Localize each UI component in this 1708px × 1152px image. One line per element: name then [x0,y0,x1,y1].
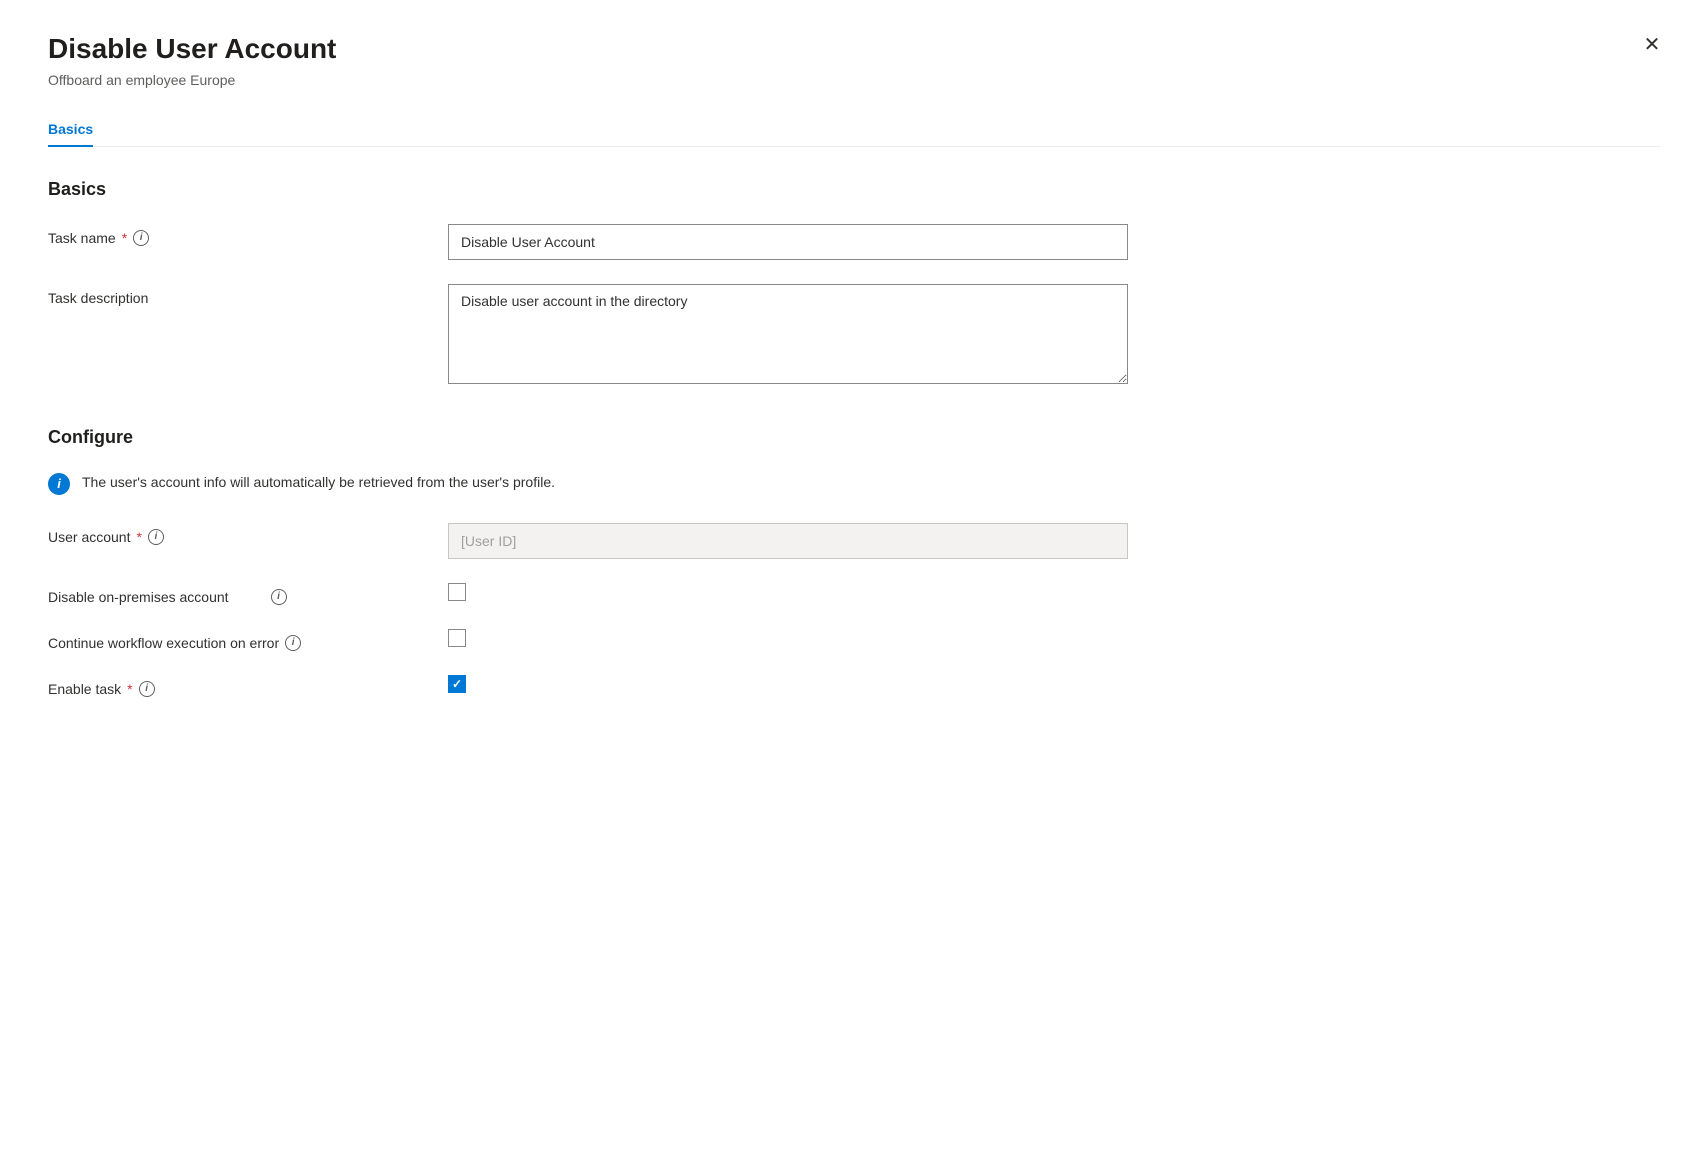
continue-workflow-row: Continue workflow execution on error i [48,629,1660,651]
tab-basics[interactable]: Basics [48,113,93,147]
user-account-required: * [136,529,141,545]
disable-onprem-row: Disable on-premises account i [48,583,1660,605]
task-name-control [448,224,1128,260]
close-icon: ✕ [1644,32,1661,57]
enable-task-label: Enable task * i [48,675,448,697]
enable-task-checkbox[interactable] [448,675,466,693]
continue-workflow-checkbox-control [448,629,466,647]
user-account-label: User account * i [48,523,448,545]
configure-heading: Configure [48,427,1660,448]
disable-onprem-label: Disable on-premises account i [48,583,448,605]
enable-task-row: Enable task * i [48,675,1660,697]
basics-form-section: Basics Task name * i Task description [48,179,1660,387]
continue-workflow-checkbox[interactable] [448,629,466,647]
dialog-subtitle: Offboard an employee Europe [48,72,1660,88]
task-name-input[interactable] [448,224,1128,260]
tabs-container: Basics [48,112,1660,147]
continue-workflow-label: Continue workflow execution on error i [48,629,448,651]
task-description-label: Task description [48,284,448,306]
enable-task-info-icon[interactable]: i [139,681,155,697]
configure-section: Configure i The user's account info will… [48,427,1660,697]
user-account-info-icon[interactable]: i [148,529,164,545]
task-description-input[interactable] [448,284,1128,384]
enable-task-required: * [127,681,132,697]
task-name-row: Task name * i [48,224,1660,260]
task-name-required: * [122,230,127,246]
info-banner: i The user's account info will automatic… [48,472,1660,495]
info-banner-text: The user's account info will automatical… [82,472,555,490]
task-description-control [448,284,1128,387]
disable-onprem-checkbox-control [448,583,466,601]
basics-heading: Basics [48,179,1660,200]
close-button[interactable]: ✕ [1636,28,1668,60]
user-account-input: [User ID] [448,523,1128,559]
dialog: ✕ Disable User Account Offboard an emplo… [0,0,1708,1152]
task-description-row: Task description [48,284,1660,387]
task-name-info-icon[interactable]: i [133,230,149,246]
info-banner-icon: i [48,473,70,495]
disable-onprem-checkbox[interactable] [448,583,466,601]
continue-workflow-info-icon[interactable]: i [285,635,301,651]
dialog-header: Disable User Account Offboard an employe… [48,32,1660,88]
dialog-title: Disable User Account [48,32,1660,66]
task-name-label: Task name * i [48,224,448,246]
user-account-control: [User ID] [448,523,1128,559]
enable-task-checkbox-control [448,675,466,693]
user-account-row: User account * i [User ID] [48,523,1660,559]
disable-onprem-info-icon[interactable]: i [271,589,287,605]
